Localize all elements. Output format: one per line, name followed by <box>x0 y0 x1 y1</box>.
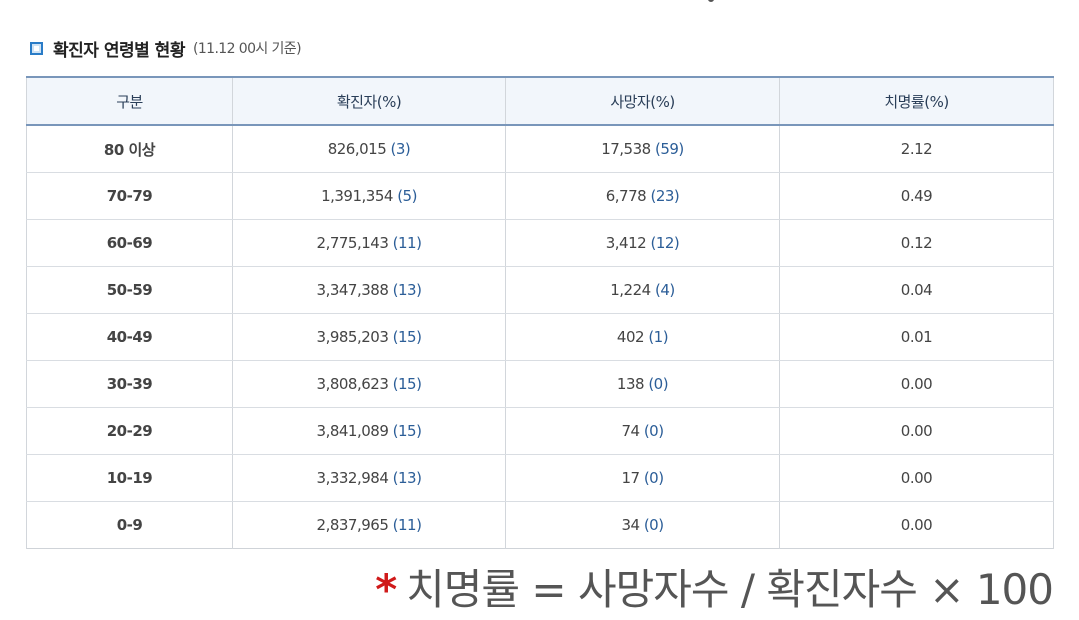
deaths-cell: 402 (1) <box>505 313 780 361</box>
cases-value: 2,837,965 <box>316 516 389 534</box>
cases-value: 3,347,388 <box>316 281 389 299</box>
square-bullet-icon <box>30 41 43 55</box>
table-row: 80 이상 826,015 (3) 17,538 (59) 2.12 <box>26 125 1054 173</box>
deaths-cell: 3,412 (12) <box>505 219 780 267</box>
fatality-rate-cell: 0.49 <box>779 172 1054 220</box>
deaths-value: 6,778 <box>605 187 647 205</box>
deaths-value: 74 <box>621 422 640 440</box>
cases-value: 826,015 <box>327 140 387 158</box>
cases-percent: (11) <box>392 234 422 252</box>
fatality-rate-cell: 0.00 <box>779 501 1054 549</box>
header-deaths: 사망자(%) <box>505 77 780 126</box>
fatality-rate-cell: 0.00 <box>779 454 1054 502</box>
fatality-rate-cell: 0.00 <box>779 360 1054 408</box>
fatality-formula: * 치명률 = 사망자수 / 확진자수 × 100 <box>375 560 1054 620</box>
cases-cell: 826,015 (3) <box>232 125 506 173</box>
asterisk-icon: * <box>375 565 397 614</box>
formula-text: 치명률 = 사망자수 / 확진자수 × 100 <box>406 565 1054 614</box>
age-stats-table: 구분 확진자(%) 사망자(%) 치명률(%) 80 이상 826,015 (3)… <box>26 76 1054 549</box>
deaths-value: 138 <box>616 375 645 393</box>
cases-percent: (5) <box>397 187 417 205</box>
age-group-cell: 50-59 <box>26 266 233 314</box>
deaths-percent: (1) <box>648 328 669 346</box>
cases-value: 3,841,089 <box>316 422 389 440</box>
deaths-cell: 138 (0) <box>505 360 780 408</box>
age-group-cell: 80 이상 <box>26 125 233 173</box>
deaths-cell: 17 (0) <box>505 454 780 502</box>
deaths-cell: 34 (0) <box>505 501 780 549</box>
age-group-cell: 70-79 <box>26 172 233 220</box>
deaths-percent: (0) <box>643 516 664 534</box>
table-row: 60-69 2,775,143 (11) 3,412 (12) 0.12 <box>26 219 1054 267</box>
cases-cell: 2,775,143 (11) <box>232 219 506 267</box>
age-group-cell: 20-29 <box>26 407 233 455</box>
cases-percent: (15) <box>392 422 422 440</box>
cases-cell: 1,391,354 (5) <box>232 172 506 220</box>
cases-percent: (13) <box>392 281 422 299</box>
header-category: 구분 <box>26 77 233 126</box>
age-group-cell: 10-19 <box>26 454 233 502</box>
cases-cell: 3,808,623 (15) <box>232 360 506 408</box>
deaths-value: 17,538 <box>601 140 651 158</box>
cases-percent: (13) <box>392 469 422 487</box>
deaths-cell: 1,224 (4) <box>505 266 780 314</box>
fatality-rate-cell: 0.01 <box>779 313 1054 361</box>
cases-cell: 3,841,089 (15) <box>232 407 506 455</box>
deaths-percent: (59) <box>654 140 684 158</box>
section-subtitle: (11.12 00시 기준) <box>192 41 302 57</box>
cases-value: 1,391,354 <box>321 187 393 205</box>
deaths-percent: (23) <box>650 187 680 205</box>
deaths-percent: (0) <box>643 469 664 487</box>
age-group-cell: 0-9 <box>26 501 233 549</box>
table-row: 70-79 1,391,354 (5) 6,778 (23) 0.49 <box>26 172 1054 220</box>
deaths-percent: (0) <box>648 375 669 393</box>
cases-value: 2,775,143 <box>316 234 389 252</box>
cases-percent: (11) <box>392 516 422 534</box>
cases-value: 3,985,203 <box>316 328 389 346</box>
table-row: 20-29 3,841,089 (15) 74 (0) 0.00 <box>26 407 1054 455</box>
fatality-rate-cell: 0.04 <box>779 266 1054 314</box>
deaths-cell: 6,778 (23) <box>505 172 780 220</box>
table-row: 10-19 3,332,984 (13) 17 (0) 0.00 <box>26 454 1054 502</box>
age-group-cell: 40-49 <box>26 313 233 361</box>
table-row: 50-59 3,347,388 (13) 1,224 (4) 0.04 <box>26 266 1054 314</box>
deaths-percent: (12) <box>650 234 680 252</box>
deaths-cell: 17,538 (59) <box>505 125 780 173</box>
cases-cell: 2,837,965 (11) <box>232 501 506 549</box>
deaths-percent: (0) <box>643 422 664 440</box>
deaths-value: 17 <box>621 469 640 487</box>
table-row: 0-9 2,837,965 (11) 34 (0) 0.00 <box>26 501 1054 549</box>
deaths-value: 3,412 <box>605 234 647 252</box>
cases-percent: (3) <box>390 140 411 158</box>
cases-cell: 3,985,203 (15) <box>232 313 506 361</box>
section-header: 확진자 연령별 현황 (11.12 00시 기준) <box>30 36 302 61</box>
top-edge-mark <box>708 0 714 2</box>
fatality-rate-cell: 2.12 <box>779 125 1054 173</box>
cases-cell: 3,347,388 (13) <box>232 266 506 314</box>
fatality-rate-cell: 0.12 <box>779 219 1054 267</box>
age-group-cell: 30-39 <box>26 360 233 408</box>
header-fatality-rate: 치명률(%) <box>779 77 1054 126</box>
cases-cell: 3,332,984 (13) <box>232 454 506 502</box>
table-body: 80 이상 826,015 (3) 17,538 (59) 2.12 70-79 1,39… <box>26 125 1054 549</box>
cases-percent: (15) <box>392 328 422 346</box>
deaths-value: 402 <box>616 328 645 346</box>
fatality-rate-cell: 0.00 <box>779 407 1054 455</box>
cases-value: 3,808,623 <box>316 375 389 393</box>
header-cases: 확진자(%) <box>232 77 506 126</box>
section-title: 확진자 연령별 현황 <box>53 40 185 61</box>
age-group-cell: 60-69 <box>26 219 233 267</box>
table-row: 30-39 3,808,623 (15) 138 (0) 0.00 <box>26 360 1054 408</box>
deaths-value: 34 <box>621 516 640 534</box>
table-row: 40-49 3,985,203 (15) 402 (1) 0.01 <box>26 313 1054 361</box>
deaths-value: 1,224 <box>610 281 651 299</box>
cases-percent: (15) <box>392 375 422 393</box>
cases-value: 3,332,984 <box>316 469 389 487</box>
deaths-cell: 74 (0) <box>505 407 780 455</box>
table-header-row: 구분 확진자(%) 사망자(%) 치명률(%) <box>26 77 1054 126</box>
deaths-percent: (4) <box>654 281 675 299</box>
